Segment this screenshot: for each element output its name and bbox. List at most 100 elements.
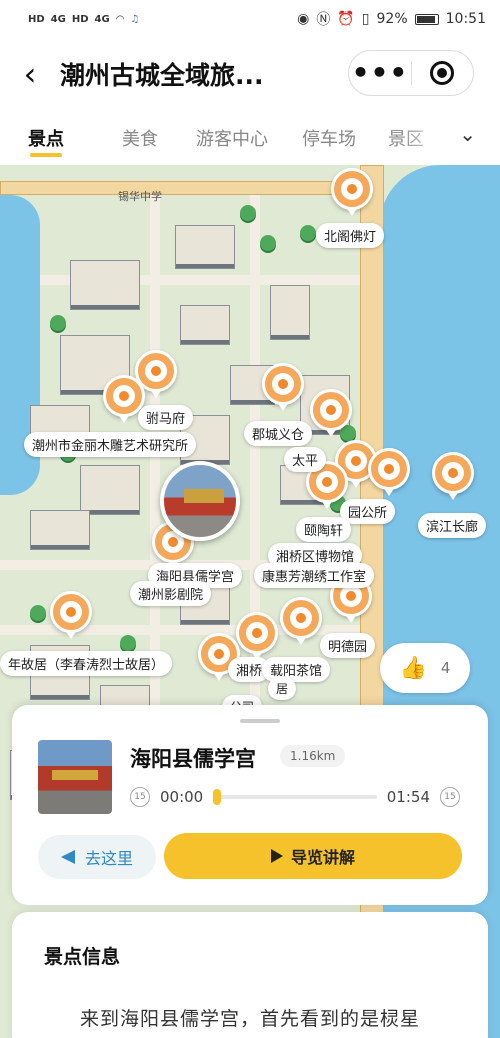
poi-thumbnail	[38, 740, 112, 814]
miniprogram-capsule: •••	[348, 50, 474, 96]
audio-wave-icon	[208, 643, 230, 665]
label-juncheng-granary[interactable]: 郡城义仓	[244, 421, 313, 446]
audio-progress-bar[interactable]	[213, 789, 377, 805]
info-title: 景点信息	[41, 942, 127, 971]
label-yitao-xuan[interactable]: 颐陶轩	[296, 517, 352, 542]
tab-label: 景点	[28, 128, 64, 150]
audio-wave-icon	[60, 601, 82, 623]
illustrated-map[interactable]: 锡华中学 北阁佛灯 驸马府 潮州市金丽木雕艺术研究所 郡城义仓 太平 园公所 滨…	[0, 165, 500, 1038]
battery-percent: 92%	[376, 11, 408, 27]
forward-15-icon[interactable]: 15	[440, 787, 460, 807]
chevron-down-icon[interactable]: ⌄	[459, 122, 476, 146]
label-jinli-woodcarving[interactable]: 潮州市金丽木雕艺术研究所	[24, 432, 197, 457]
play-icon	[270, 849, 283, 863]
distance-badge: 1.16km	[280, 745, 346, 767]
header: ‹ 潮州古城全域旅... •••	[0, 38, 500, 110]
tree	[260, 235, 276, 251]
battery-icon	[414, 13, 439, 25]
audio-wave-icon	[442, 462, 464, 484]
audio-pin-north-pavilion[interactable]	[331, 168, 373, 216]
eye-icon: ◉	[297, 11, 310, 27]
audio-pin[interactable]	[236, 612, 278, 660]
audio-guide-button[interactable]: 导览讲解	[164, 833, 462, 879]
rewind-15-icon[interactable]: 15	[130, 787, 150, 807]
building	[175, 225, 235, 269]
label-chaozhou-theater[interactable]: 潮州影剧院	[130, 581, 212, 606]
building	[270, 285, 310, 340]
label-binjiang-corridor[interactable]: 滨江长廊	[418, 513, 487, 538]
audio-wave-icon	[341, 178, 363, 200]
label-yuan-gongsuo[interactable]: 园公所	[340, 499, 396, 524]
audio-wave-icon	[316, 471, 338, 493]
poi-bottom-sheet: 海阳县儒学宫 1.16km 15 00:00 01:54 15 去这里 导览讲解	[12, 705, 488, 905]
page-title: 潮州古城全域旅...	[60, 61, 264, 90]
tree	[120, 635, 136, 651]
tab-visitor-center[interactable]: 游客中心	[196, 110, 268, 165]
close-miniprogram-button[interactable]	[412, 61, 473, 85]
audio-wave-icon	[320, 399, 342, 421]
tab-food[interactable]: 美食	[122, 110, 158, 165]
navigation-arrow-icon	[60, 850, 75, 864]
back-button[interactable]: ‹	[0, 38, 60, 110]
audio-wave-icon	[345, 450, 367, 472]
tab-parking[interactable]: 停车场	[302, 110, 356, 165]
label-fuma-fu[interactable]: 驸马府	[138, 405, 194, 430]
selected-photo-pin[interactable]	[160, 461, 240, 541]
signal-label-2: 4G	[94, 13, 110, 25]
tree	[50, 315, 66, 331]
signal-label-1: 4G	[50, 13, 66, 25]
navigate-here-button[interactable]: 去这里	[38, 835, 156, 879]
tab-label: 美食	[122, 128, 158, 150]
nfc-icon: Ⓝ	[316, 12, 331, 28]
audio-progress-knob[interactable]	[213, 789, 222, 805]
target-icon	[430, 61, 455, 85]
scenic-info-card: 景点信息 来到海阳县儒学宫，首先看到的是棂星	[12, 912, 488, 1038]
tree	[240, 205, 256, 221]
river	[380, 165, 500, 1038]
building	[30, 510, 90, 550]
status-left: HD 4G HD 4G ◠ ♫	[28, 14, 139, 25]
time-total: 01:54	[386, 788, 430, 806]
like-count: 4	[440, 659, 451, 677]
label-former-residence[interactable]: 居	[268, 677, 297, 700]
time-elapsed: 00:00	[160, 788, 204, 806]
audio-pin[interactable]	[50, 591, 92, 639]
tree	[30, 605, 46, 621]
hd-label-1: HD	[28, 13, 45, 25]
navigate-label: 去这里	[84, 849, 133, 868]
like-button[interactable]: 👍 4	[380, 643, 470, 693]
more-dots-icon: •••	[351, 56, 409, 89]
music-icon: ♫	[130, 13, 140, 25]
audio-wave-icon	[340, 585, 362, 607]
audio-wave-icon	[290, 607, 312, 629]
label-north-pavilion[interactable]: 北阁佛灯	[316, 223, 385, 248]
label-kang-huifang-studio[interactable]: 康惠芳潮绣工作室	[254, 563, 375, 588]
audio-pin[interactable]	[262, 363, 304, 411]
tab-label: 游客中心	[196, 128, 268, 150]
audio-pin[interactable]	[280, 597, 322, 645]
status-right: ◉ Ⓝ ⏰ ▯ 92% 10:51	[297, 9, 486, 29]
more-menu-button[interactable]: •••	[349, 59, 411, 87]
building	[180, 305, 230, 345]
tab-scenic[interactable]: 景点	[28, 110, 64, 165]
audio-pin[interactable]	[432, 452, 474, 500]
vibrate-icon: ▯	[361, 11, 370, 27]
audio-guide-label: 导览讲解	[290, 848, 355, 867]
label-li-chuntao-former-residence[interactable]: 年故居（李春涛烈士故居）	[0, 651, 173, 676]
info-text: 来到海阳县儒学宫，首先看到的是棂星	[80, 1008, 421, 1030]
alarm-icon: ⏰	[337, 11, 355, 27]
thumbs-up-icon: 👍	[399, 655, 427, 681]
audio-wave-icon	[272, 373, 294, 395]
sheet-drag-handle[interactable]	[240, 719, 280, 723]
poi-name: 海阳县儒学宫	[130, 747, 256, 771]
audio-player: 15 00:00 01:54 15	[130, 785, 460, 809]
audio-pin[interactable]	[310, 389, 352, 437]
audio-pin[interactable]	[368, 448, 410, 496]
hd-label-2: HD	[71, 13, 89, 25]
back-arrow-icon: ‹	[23, 55, 37, 93]
label-mingde-garden[interactable]: 明德园	[320, 633, 376, 658]
clock: 10:51	[445, 11, 486, 27]
audio-wave-icon	[246, 622, 268, 644]
label-taiping[interactable]: 太平	[284, 447, 327, 472]
audio-wave-icon	[113, 385, 135, 407]
